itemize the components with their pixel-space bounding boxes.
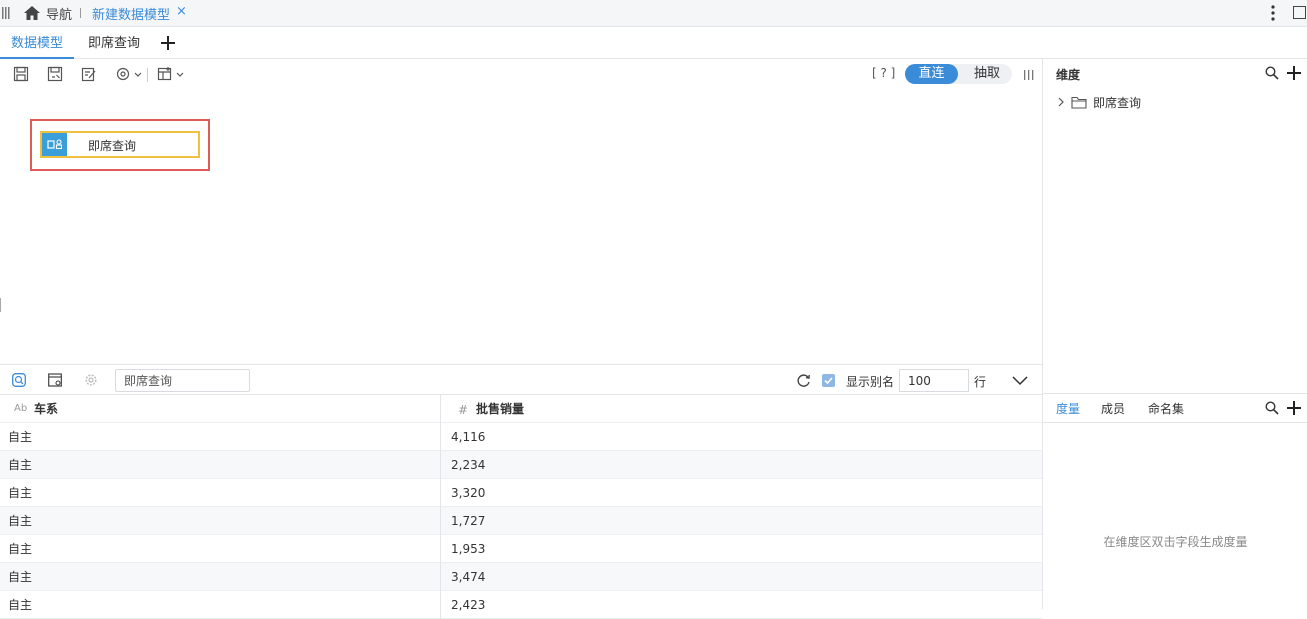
column-divider xyxy=(440,507,441,535)
nav-label: 导航 xyxy=(46,7,73,23)
chevron-right-icon[interactable] xyxy=(1057,97,1065,107)
column-divider[interactable] xyxy=(440,395,441,423)
column-header-series[interactable]: 车系 xyxy=(34,395,58,423)
column-header-sales[interactable]: 批售销量 xyxy=(476,395,524,423)
cell-sales: 2,423 xyxy=(451,598,486,612)
cell-sales: 1,727 xyxy=(451,514,486,528)
table-settings-icon[interactable] xyxy=(48,373,62,387)
close-tab-icon[interactable]: × xyxy=(176,4,187,19)
cell-sales: 3,474 xyxy=(451,570,486,584)
preview-icon[interactable] xyxy=(12,373,26,387)
column-divider xyxy=(440,591,441,619)
measure-empty-hint: 在维度区双击字段生成度量 xyxy=(1103,535,1248,549)
save-icon[interactable] xyxy=(13,66,29,82)
gear-icon xyxy=(85,374,97,386)
table-header-row: Ab 车系 # 批售销量 xyxy=(0,395,1042,423)
row-limit-input[interactable] xyxy=(899,369,969,392)
add-table-dropdown-icon[interactable] xyxy=(157,66,185,82)
table-row[interactable]: 自主 3,474 xyxy=(0,563,1042,591)
toolbar-divider xyxy=(147,68,148,82)
dimension-tree-item[interactable]: 即席查询 xyxy=(1057,94,1141,110)
add-tab-icon[interactable] xyxy=(161,36,175,50)
dimension-title: 维度 xyxy=(1056,68,1081,82)
right-panel: 维度 即席查询 度量 成员 命名集 在维度区双击字段生成度量 xyxy=(1042,59,1307,609)
table-node[interactable]: 即席查询 xyxy=(40,131,200,158)
save-as-icon[interactable] xyxy=(47,66,63,82)
home-icon xyxy=(24,6,40,20)
window-titlebar: 导航 新建数据模型 × xyxy=(0,0,1307,27)
text-type-icon: Ab xyxy=(14,403,28,414)
column-divider xyxy=(440,451,441,479)
number-type-icon: # xyxy=(458,403,469,417)
cell-sales: 2,234 xyxy=(451,458,486,472)
table-row[interactable]: 自主 2,423 xyxy=(0,591,1042,619)
cell-sales: 4,116 xyxy=(451,430,486,444)
dimension-tree-label: 即席查询 xyxy=(1093,95,1142,110)
table-row[interactable]: 自主 1,953 xyxy=(0,535,1042,563)
search-icon[interactable] xyxy=(1265,66,1279,80)
column-divider xyxy=(440,479,441,507)
tab-measures[interactable]: 度量 xyxy=(1056,400,1080,417)
table-row[interactable]: 自主 4,116 xyxy=(0,423,1042,451)
show-alias-checkbox[interactable] xyxy=(822,374,835,387)
checkmark-icon xyxy=(824,377,833,385)
folder-icon xyxy=(1071,96,1087,109)
help-button[interactable]: [ ? ] xyxy=(872,66,895,80)
tab-adhoc-query[interactable]: 即席查询 xyxy=(88,28,140,59)
nav-home-button[interactable]: 导航 xyxy=(24,4,73,23)
cell-series: 自主 xyxy=(8,430,33,444)
model-tab-bar: 数据模型 即席查询 xyxy=(0,28,1307,59)
cell-series: 自主 xyxy=(8,570,33,584)
cell-series: 自主 xyxy=(8,486,33,500)
chevron-down-icon[interactable] xyxy=(1012,374,1028,386)
tab-members[interactable]: 成员 xyxy=(1101,400,1125,417)
preview-toolbar: 显示别名 行 xyxy=(0,364,1042,395)
tab-named-sets[interactable]: 命名集 xyxy=(1148,400,1184,417)
cell-sales: 3,320 xyxy=(451,486,486,500)
table-body: 自主 4,116 自主 2,234 自主 3,320 自主 1,727 自主 1,953 自主 3,4… xyxy=(0,423,1042,619)
query-table-icon xyxy=(42,133,67,156)
table-row[interactable]: 自主 3,320 xyxy=(0,479,1042,507)
cell-series: 自主 xyxy=(8,514,33,528)
table-row[interactable]: 自主 1,727 xyxy=(0,507,1042,535)
maximize-icon[interactable] xyxy=(1293,6,1306,19)
add-measure-icon[interactable] xyxy=(1287,401,1301,415)
cell-sales: 1,953 xyxy=(451,542,486,556)
drag-grip-icon[interactable] xyxy=(2,7,10,19)
edit-icon[interactable] xyxy=(81,66,97,82)
show-alias-label: 显示别名 xyxy=(846,375,895,389)
table-node-label: 即席查询 xyxy=(88,139,137,153)
cell-series: 自主 xyxy=(8,542,33,556)
tab-divider xyxy=(80,8,81,18)
column-divider xyxy=(440,535,441,563)
tab-data-model[interactable]: 数据模型 xyxy=(0,28,74,59)
extract-mode-button[interactable]: 抽取 xyxy=(962,64,1012,84)
search-icon[interactable] xyxy=(1265,401,1279,415)
data-preview-table: Ab 车系 # 批售销量 自主 4,116 自主 2,234 自主 3,320 自主 1,72… xyxy=(0,395,1042,619)
panel-resize-grip-icon[interactable] xyxy=(1024,69,1034,81)
refresh-icon[interactable] xyxy=(796,373,811,388)
row-unit-label: 行 xyxy=(974,375,987,389)
settings-dropdown-icon[interactable] xyxy=(115,66,143,82)
direct-mode-button[interactable]: 直连 xyxy=(905,64,958,84)
column-divider xyxy=(440,563,441,591)
cell-series: 自主 xyxy=(8,458,33,472)
column-divider xyxy=(440,423,441,451)
cell-series: 自主 xyxy=(8,598,33,612)
more-vertical-icon[interactable] xyxy=(1266,3,1280,23)
measure-tab-bar: 度量 成员 命名集 xyxy=(1043,393,1307,423)
add-dimension-icon[interactable] xyxy=(1287,66,1301,80)
table-row[interactable]: 自主 2,234 xyxy=(0,451,1042,479)
tab-new-data-model[interactable]: 新建数据模型 xyxy=(92,4,170,23)
canvas-edge-marker xyxy=(0,298,1,312)
connection-mode-toggle: 直连 抽取 xyxy=(905,64,1012,84)
preview-source-input[interactable] xyxy=(115,369,250,392)
